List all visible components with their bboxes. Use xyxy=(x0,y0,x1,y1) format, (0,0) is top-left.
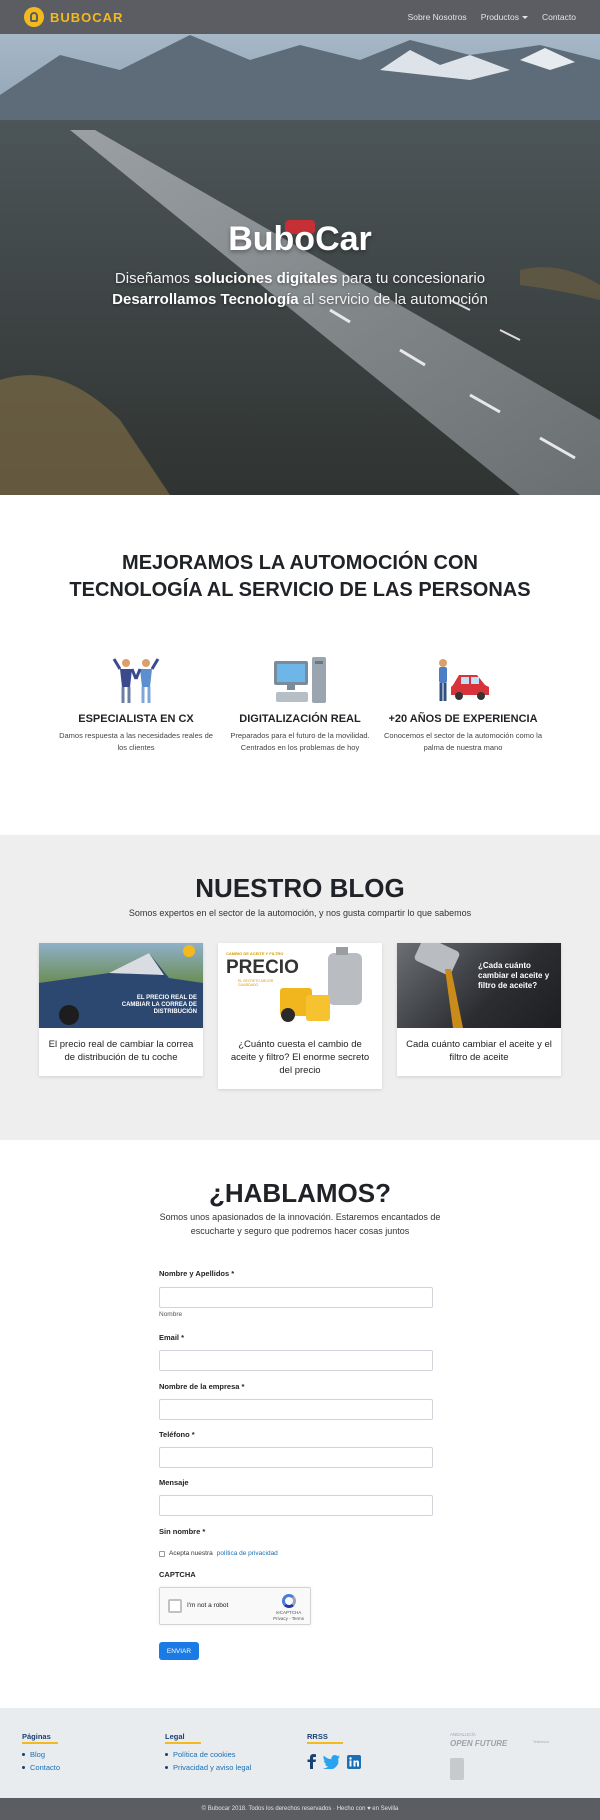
footer: Páginas Blog Contacto Legal Política de … xyxy=(0,1708,600,1798)
linkedin-icon[interactable] xyxy=(347,1754,361,1769)
footer-rrss: RRSS xyxy=(307,1732,427,1769)
contact-section: ¿HABLAMOS? Somos unos apasionados de la … xyxy=(0,1140,600,1708)
owl-icon xyxy=(24,7,44,27)
privacy-checkbox[interactable] xyxy=(159,1550,165,1557)
telefonica-logo: Telefónica xyxy=(533,1740,549,1744)
partner-badge-icon xyxy=(450,1758,464,1780)
submit-button[interactable]: ENVIAR xyxy=(159,1642,199,1660)
copyright-bar: © Bubocar 2018. Todos los derechos reser… xyxy=(0,1798,600,1820)
computer-icon xyxy=(274,657,326,703)
footer-pages-title: Páginas xyxy=(22,1732,142,1744)
feature-experience: +20 AÑOS DE EXPERIENCIA Conocemos el sec… xyxy=(383,655,543,754)
recaptcha-text: I'm not a robot xyxy=(187,1602,229,1609)
feature-cx-title: ESPECIALISTA EN CX xyxy=(78,713,194,725)
feature-cx-text: Damos respuesta a las necesidades reales… xyxy=(59,731,213,752)
footer-legal: Legal Política de cookies Privacidad y a… xyxy=(165,1732,285,1776)
hero-tagline-2: Desarrollamos Tecnología al servicio de … xyxy=(112,291,488,308)
blog-subtitle: Somos expertos en el sector de la automo… xyxy=(128,908,472,918)
nav-menu: Sobre Nosotros Productos Contacto xyxy=(408,12,576,22)
hero-section: BuboCar Diseñamos soluciones digitales p… xyxy=(0,0,600,495)
footer-pages: Páginas Blog Contacto xyxy=(22,1732,142,1776)
blog-card-title[interactable]: Cada cuánto cambiar el aceite y el filtr… xyxy=(397,1028,561,1076)
recaptcha-brand: reCAPTCHA xyxy=(275,1610,302,1615)
privacy-text: Acepta nuestra xyxy=(169,1550,213,1557)
blog-card-title[interactable]: ¿Cuánto cuesta el cambio de aceite y fil… xyxy=(218,1028,382,1089)
blog-card[interactable]: ¿Cada cuánto cambiar el aceite y filtro … xyxy=(397,943,561,1076)
feature-digital-title: DIGITALIZACIÓN REAL xyxy=(239,713,361,725)
feature-experience-text: Conocemos el sector de la automoción com… xyxy=(384,731,542,752)
message-field[interactable] xyxy=(159,1495,433,1516)
surname-label: Sin nombre * xyxy=(159,1527,206,1536)
top-navbar: BUBOCAR Sobre Nosotros Productos Contact… xyxy=(0,0,600,34)
twitter-icon[interactable] xyxy=(323,1754,340,1769)
company-label: Nombre de la empresa * xyxy=(159,1382,245,1391)
feature-experience-title: +20 AÑOS DE EXPERIENCIA xyxy=(388,713,538,725)
contact-intro: Somos unos apasionados de la innovación.… xyxy=(159,1212,441,1236)
blog-card[interactable]: CAMBIO DE ACEITE Y FILTRO PRECIO EL SECR… xyxy=(218,943,382,1089)
car-icon xyxy=(439,659,489,701)
blog-card-image: ¿Cada cuánto cambiar el aceite y filtro … xyxy=(397,943,561,1028)
footer-legal-title: Legal xyxy=(165,1732,285,1744)
blog-section: NUESTRO BLOG Somos expertos en el sector… xyxy=(0,835,600,1140)
email-field[interactable] xyxy=(159,1350,433,1371)
caret-down-icon xyxy=(521,16,528,20)
partner-logos: ANDALUCÍA OPEN FUTURE Telefónica xyxy=(450,1730,549,1780)
people-icon xyxy=(112,658,160,703)
message-label: Mensaje xyxy=(159,1478,189,1487)
footer-link-privacy[interactable]: Privacidad y aviso legal xyxy=(165,1763,285,1772)
feature-cx: ESPECIALISTA EN CX Damos respuesta a las… xyxy=(56,655,216,754)
hero-tagline-1: Diseñamos soluciones digitales para tu c… xyxy=(114,270,486,287)
brand-logo[interactable]: BUBOCAR xyxy=(24,7,123,27)
privacy-consent: Acepta nuestra política de privacidad xyxy=(159,1550,278,1557)
facebook-icon[interactable] xyxy=(307,1754,316,1769)
footer-link-cookies[interactable]: Política de cookies xyxy=(165,1750,285,1759)
footer-link-contacto[interactable]: Contacto xyxy=(22,1763,142,1772)
nav-link-contacto[interactable]: Contacto xyxy=(542,12,576,22)
footer-link-blog[interactable]: Blog xyxy=(22,1750,142,1759)
blog-card[interactable]: EL PRECIO REAL DE CAMBIAR LA CORREA DE D… xyxy=(39,943,203,1076)
nav-link-sobre-nosotros[interactable]: Sobre Nosotros xyxy=(408,12,467,22)
recaptcha-widget: I'm not a robot reCAPTCHA Privacy - Term… xyxy=(159,1587,311,1625)
hero-title: BuboCar xyxy=(228,220,372,258)
blog-card-image-caption: EL PRECIO REAL DE CAMBIAR LA CORREA DE D… xyxy=(121,995,197,1015)
feature-digital: DIGITALIZACIÓN REAL Preparados para el f… xyxy=(220,655,380,754)
recaptcha-icon xyxy=(281,1594,296,1608)
contact-heading: ¿HABLAMOS? xyxy=(209,1178,391,1208)
privacy-policy-link[interactable]: política de privacidad xyxy=(217,1550,278,1557)
open-future-logo[interactable]: ANDALUCÍA OPEN FUTURE xyxy=(450,1730,507,1748)
blog-card-image-caption: ¿Cada cuánto cambiar el aceite y filtro … xyxy=(478,961,550,990)
phone-field[interactable] xyxy=(159,1447,433,1468)
feature-digital-text: Preparados para el futuro de la movilida… xyxy=(230,731,370,752)
captcha-label: CAPTCHA xyxy=(159,1570,196,1579)
footer-rrss-title: RRSS xyxy=(307,1732,427,1744)
email-label: Email * xyxy=(159,1333,185,1342)
recaptcha-logo: reCAPTCHA Privacy - Terms xyxy=(273,1594,304,1622)
mission-heading: MEJORAMOS LA AUTOMOCIÓN CON TECNOLOGÍA A… xyxy=(69,552,531,601)
company-field[interactable] xyxy=(159,1399,433,1420)
blog-card-title[interactable]: El precio real de cambiar la correa de d… xyxy=(39,1028,203,1076)
name-label: Nombre y Apellidos * xyxy=(159,1269,235,1278)
blog-heading: NUESTRO BLOG xyxy=(195,873,405,903)
phone-label: Teléfono * xyxy=(159,1430,195,1439)
blog-card-image: EL PRECIO REAL DE CAMBIAR LA CORREA DE D… xyxy=(39,943,203,1028)
blog-card-image: CAMBIO DE ACEITE Y FILTRO PRECIO EL SECR… xyxy=(218,943,382,1028)
name-hint: Nombre xyxy=(159,1311,183,1318)
recaptcha-terms[interactable]: Privacy - Terms xyxy=(273,1616,304,1621)
brand-name: BUBOCAR xyxy=(50,9,124,25)
name-field[interactable] xyxy=(159,1287,433,1308)
nav-dropdown-productos[interactable]: Productos xyxy=(481,12,528,22)
mission-section: MEJORAMOS LA AUTOMOCIÓN CON TECNOLOGÍA A… xyxy=(0,495,600,835)
recaptcha-checkbox[interactable] xyxy=(168,1599,182,1613)
